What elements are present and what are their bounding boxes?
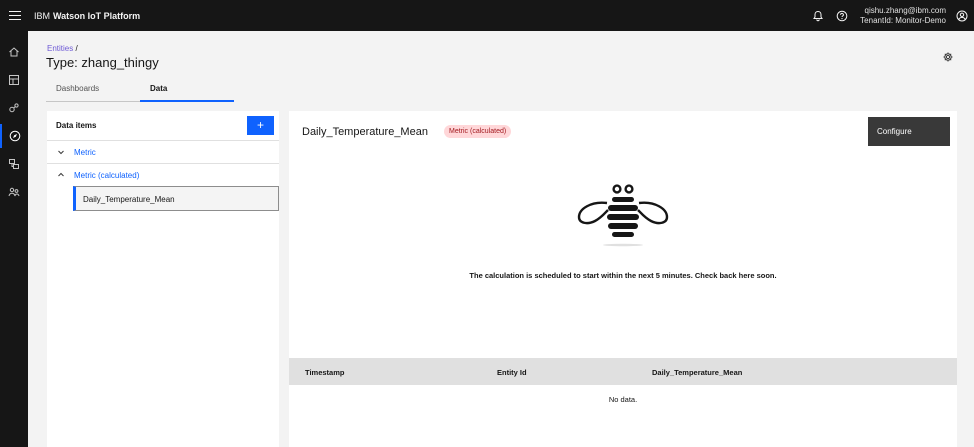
brand-ibm: IBM [34, 10, 51, 21]
data-items-title: Data items [56, 121, 97, 130]
brand-product: Watson IoT Platform [53, 10, 141, 21]
menu-icon[interactable] [0, 0, 30, 31]
data-items-panel: Data items + Metric Metric (calculated) … [47, 111, 279, 447]
top-bar: IBM Watson IoT Platform qishu.zhang@ibm.c… [0, 0, 974, 31]
user-info[interactable]: qishu.zhang@ibm.com TenantId: Monitor-De… [860, 6, 946, 26]
col-entity-id[interactable]: Entity Id [497, 368, 527, 377]
chevron-down-icon [58, 150, 64, 155]
dashboard-icon[interactable] [0, 68, 28, 92]
users-icon[interactable] [0, 180, 28, 204]
group-metric[interactable]: Metric [47, 140, 279, 163]
monitor-icon[interactable] [0, 124, 28, 148]
breadcrumb: Entities / [47, 44, 78, 53]
data-item-detail-panel: Daily_Temperature_Mean Metric (calculate… [289, 111, 957, 447]
chevron-up-icon [58, 172, 64, 177]
brand: IBM Watson IoT Platform [34, 11, 140, 21]
scheduled-message: The calculation is scheduled to start wi… [469, 271, 777, 280]
data-items-header: Data items + [47, 111, 279, 140]
group-metric-label: Metric [74, 148, 96, 157]
devices-icon[interactable] [0, 96, 28, 120]
page-title: Type: zhang_thingy [46, 55, 159, 70]
empty-table-message: No data. [608, 395, 638, 404]
group-metric-calculated-label: Metric (calculated) [74, 171, 140, 180]
detail-title: Daily_Temperature_Mean [302, 126, 428, 138]
col-timestamp[interactable]: Timestamp [305, 368, 344, 377]
selected-data-item[interactable]: Daily_Temperature_Mean [73, 186, 279, 211]
help-icon[interactable] [830, 0, 854, 31]
status-badge: Metric (calculated) [444, 125, 512, 138]
breadcrumb-entities-link[interactable]: Entities [47, 44, 73, 53]
user-avatar-icon[interactable] [950, 0, 974, 31]
settings-gear-icon[interactable] [942, 51, 954, 63]
configure-button[interactable]: Configure [868, 117, 950, 146]
notification-icon[interactable] [806, 0, 830, 31]
tab-bar: Dashboards Data [46, 80, 234, 102]
data-icon[interactable] [0, 152, 28, 176]
bee-icon [577, 184, 669, 247]
col-daily-temperature-mean[interactable]: Daily_Temperature_Mean [652, 368, 742, 377]
table-header: Timestamp Entity Id Daily_Temperature_Me… [289, 358, 957, 385]
breadcrumb-separator: / [75, 44, 78, 53]
tenant-id: TenantId: Monitor-Demo [860, 15, 946, 25]
selected-data-item-label: Daily_Temperature_Mean [83, 195, 175, 204]
add-data-item-button[interactable]: + [247, 116, 274, 135]
user-email: qishu.zhang@ibm.com [864, 5, 947, 15]
group-metric-calculated[interactable]: Metric (calculated) [47, 163, 279, 186]
home-icon[interactable] [0, 40, 28, 64]
side-nav [0, 31, 28, 447]
tab-dashboards[interactable]: Dashboards [46, 80, 140, 102]
tab-data[interactable]: Data [140, 80, 234, 102]
